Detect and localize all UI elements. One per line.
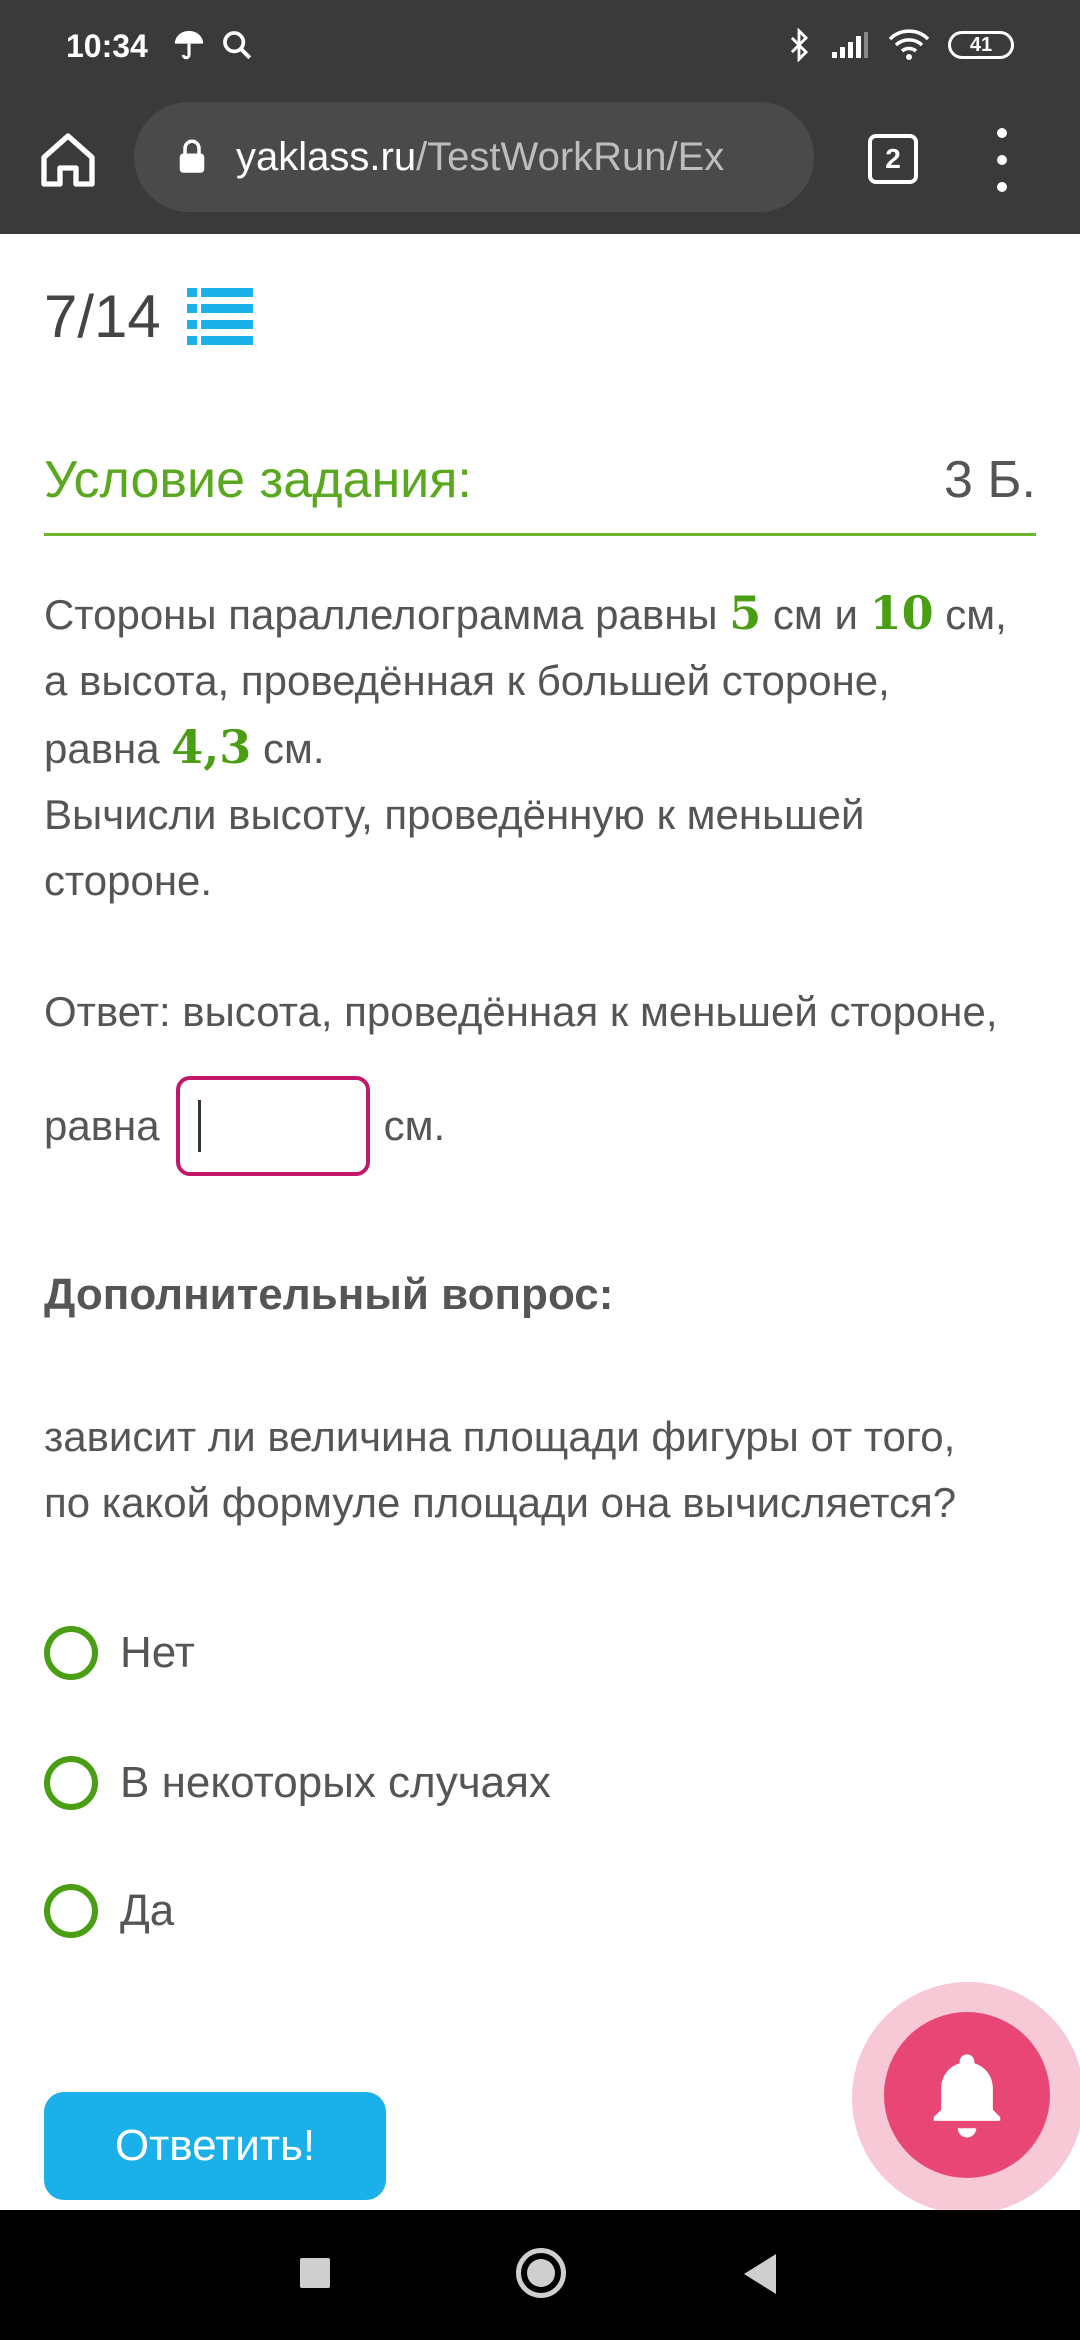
tab-switcher-button[interactable]: 2 [868, 134, 918, 184]
back-icon[interactable] [744, 2254, 776, 2294]
radio-button[interactable] [44, 1884, 98, 1938]
progress-counter: 7/14 [44, 283, 161, 350]
home-icon[interactable] [36, 128, 100, 192]
home-nav-icon[interactable] [516, 2248, 566, 2298]
answer-input[interactable] [175, 1076, 370, 1176]
answer-prefix: равна [44, 1102, 160, 1149]
bell-icon [933, 2054, 1001, 2138]
status-time: 10:34 [66, 28, 148, 64]
answer-row: равна см. [44, 1076, 445, 1176]
task-title: Условие задания: [44, 451, 472, 509]
option-label: Нет [120, 1628, 195, 1677]
browser-toolbar: yaklass.ru/TestWorkRun/Ex 2 [0, 100, 1080, 234]
submit-button[interactable]: Ответить! [44, 2092, 386, 2200]
status-system-icons: 41 [786, 28, 1014, 62]
address-bar[interactable]: yaklass.ru/TestWorkRun/Ex [134, 102, 814, 212]
option-label: Да [120, 1886, 175, 1935]
task-header: Условие задания: 3 Б. [44, 440, 1036, 536]
value-side-long: 10 [869, 586, 934, 640]
search-icon [223, 31, 252, 60]
extra-question-title: Дополнительный вопрос: [44, 1270, 614, 1319]
lock-icon [179, 139, 205, 173]
notification-bell-button[interactable] [884, 2012, 1050, 2178]
bluetooth-icon [790, 28, 809, 62]
option-net[interactable]: Нет [44, 1626, 195, 1680]
task-points: 3 Б. [944, 451, 1036, 509]
recents-icon[interactable] [300, 2258, 330, 2288]
question-line-1: Стороны параллелограмма равны 5 см и 10 … [44, 586, 1007, 640]
system-nav-bar [0, 2210, 1080, 2340]
question-line-2: а высота, проведённая к большей стороне, [44, 657, 890, 704]
url-text: yaklass.ru/TestWorkRun/Ex [236, 135, 724, 180]
value-height: 4,3 [171, 720, 252, 774]
text-cursor [197, 1100, 201, 1152]
value-side-short: 5 [729, 586, 762, 640]
url-path: /TestWorkRun/Ex [416, 134, 725, 179]
task-list-icon[interactable] [186, 286, 253, 348]
answer-label: Ответ: высота, проведённая к меньшей сто… [44, 988, 998, 1035]
umbrella-icon [174, 30, 204, 60]
wifi-icon [888, 29, 930, 60]
task-progress: 7/14 [44, 282, 253, 351]
option-da[interactable]: Да [44, 1884, 174, 1938]
answer-unit: см. [383, 1102, 446, 1149]
question-line-3: равна 4,3 см. [44, 720, 325, 774]
task-question: Стороны параллелограмма равны 5 см и 10 … [44, 580, 1044, 914]
question-line-4: Вычисли высоту, проведённую к меньшей [44, 791, 865, 838]
radio-button[interactable] [44, 1756, 98, 1810]
question-line-5: стороне. [44, 857, 213, 904]
signal-icon [832, 32, 868, 58]
battery-icon: 41 [948, 31, 1014, 59]
option-label: В некоторых случаях [120, 1758, 551, 1807]
extra-question-text: зависит ли величина площади фигуры от то… [44, 1413, 957, 1526]
radio-button[interactable] [44, 1626, 98, 1680]
status-bar: 10:34 41 [0, 0, 1080, 100]
more-menu-icon[interactable] [990, 128, 1014, 192]
url-domain: yaklass.ru [236, 134, 417, 179]
status-notification-icons [172, 28, 254, 62]
option-v-nekotoryh-sluchayah[interactable]: В некоторых случаях [44, 1756, 551, 1810]
